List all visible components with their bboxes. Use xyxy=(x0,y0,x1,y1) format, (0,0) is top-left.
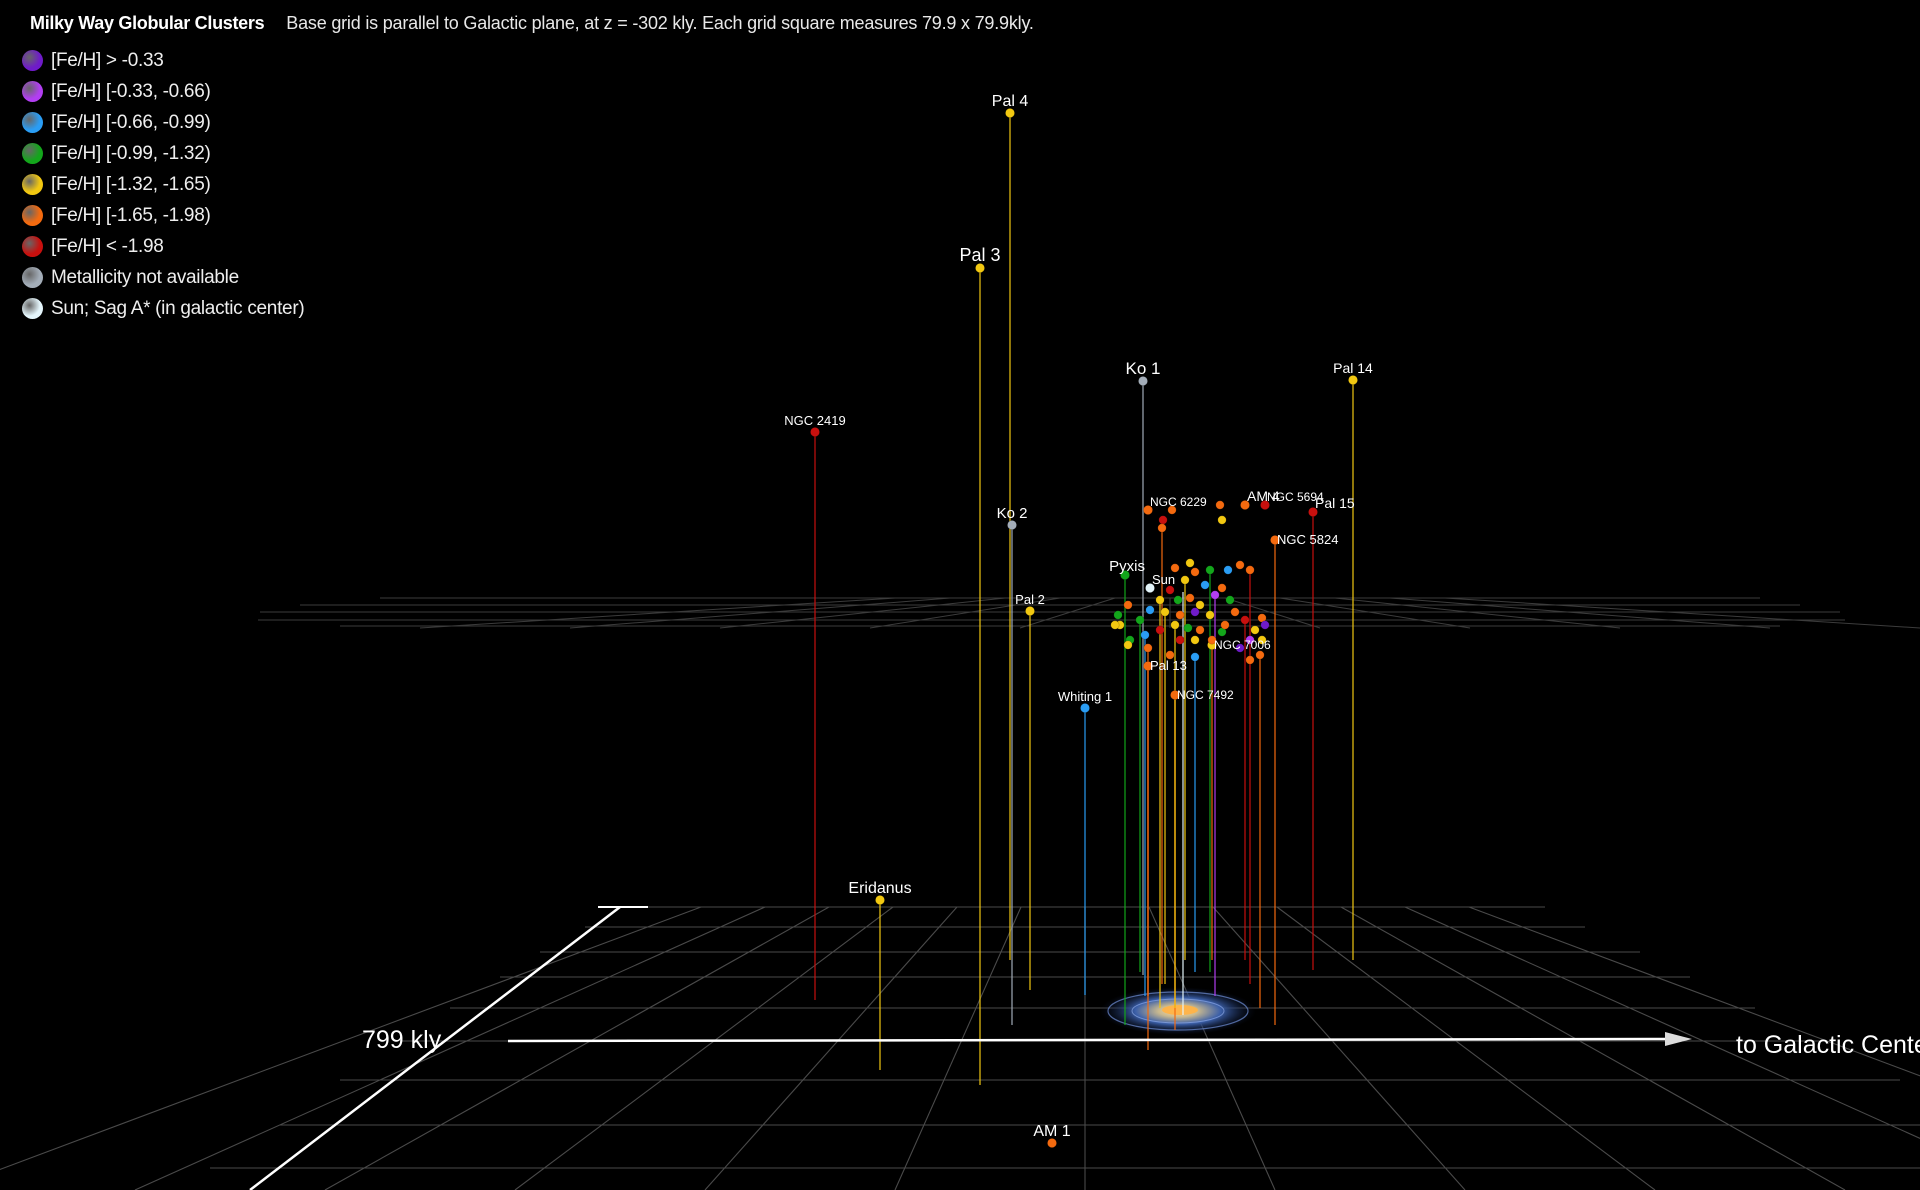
cluster-point xyxy=(1170,563,1180,573)
cluster-label: NGC 7006 xyxy=(1214,638,1271,652)
cluster-label: Pal 14 xyxy=(1333,360,1373,376)
cluster-point xyxy=(1225,595,1235,605)
cluster-point xyxy=(1113,610,1123,620)
upper-grid xyxy=(258,597,1920,629)
cluster-point xyxy=(1240,615,1250,625)
cluster-point xyxy=(1165,585,1175,595)
cluster-point xyxy=(1260,620,1270,630)
grid-line xyxy=(514,906,894,1190)
cluster-point xyxy=(1185,593,1195,603)
cluster-point xyxy=(1190,567,1200,577)
grid-line xyxy=(134,906,766,1190)
cluster-label: Pal 13 xyxy=(1150,658,1187,673)
cluster-point xyxy=(1348,375,1358,385)
cluster-point xyxy=(1160,607,1170,617)
grid-line xyxy=(1444,597,1920,629)
grid-line xyxy=(1212,906,1466,1190)
cluster-point xyxy=(1080,703,1090,713)
cluster-label: NGC 2419 xyxy=(784,413,845,428)
milky-way-galaxy-icon xyxy=(1100,987,1256,1035)
cluster-point xyxy=(1155,625,1165,635)
cluster-label: NGC 7492 xyxy=(1177,688,1234,702)
cluster-point xyxy=(1223,565,1233,575)
cluster-point xyxy=(1025,606,1035,616)
cluster-label: Ko 2 xyxy=(997,505,1028,522)
base-grid xyxy=(0,906,1920,1190)
cluster-label: Pyxis xyxy=(1109,558,1145,575)
grid-line xyxy=(0,906,702,1170)
cluster-point xyxy=(1135,615,1145,625)
cluster-point xyxy=(1217,515,1227,525)
cluster-label: Pal 15 xyxy=(1315,495,1355,511)
grid-line xyxy=(419,597,896,629)
cluster-point xyxy=(1175,610,1185,620)
grid-line xyxy=(704,906,958,1190)
cluster-point xyxy=(1200,580,1210,590)
cluster-point xyxy=(1245,655,1255,665)
cluster-point xyxy=(1205,565,1215,575)
cluster-point xyxy=(1210,590,1220,600)
cluster-point xyxy=(1250,625,1260,635)
cluster-label: AM 1 xyxy=(1033,1123,1070,1140)
x-axis-label: to Galactic Center xyxy=(1736,1031,1920,1059)
cluster-point xyxy=(1145,605,1155,615)
cluster-point xyxy=(1235,560,1245,570)
cluster-label: Ko 1 xyxy=(1126,359,1161,378)
cluster-point xyxy=(1180,575,1190,585)
cluster-point xyxy=(1157,523,1167,533)
cluster-point xyxy=(1185,558,1195,568)
cluster-point xyxy=(1217,583,1227,593)
cluster-label: Pal 2 xyxy=(1015,592,1045,607)
cluster-point xyxy=(1190,607,1200,617)
cluster-point xyxy=(1110,620,1120,630)
cluster-point xyxy=(1158,515,1168,525)
grid-line xyxy=(1276,906,1656,1190)
cluster-point xyxy=(1230,607,1240,617)
cluster-label: Whiting 1 xyxy=(1058,689,1112,704)
cluster-point xyxy=(1205,610,1215,620)
cluster-point xyxy=(1220,620,1230,630)
cluster-point xyxy=(1215,500,1225,510)
cluster-point xyxy=(1123,600,1133,610)
cluster-point xyxy=(1173,595,1183,605)
cluster-point xyxy=(1190,635,1200,645)
cluster-point xyxy=(1123,640,1133,650)
cluster-point xyxy=(1190,652,1200,662)
cluster-point xyxy=(1143,643,1153,653)
cluster-point xyxy=(1170,620,1180,630)
cluster-point xyxy=(1255,650,1265,660)
cluster-point xyxy=(1245,565,1255,575)
cluster-label: NGC 5824 xyxy=(1277,532,1338,547)
cluster-stems xyxy=(814,113,1354,1085)
cluster-point xyxy=(1195,600,1205,610)
depth-axis-label: 799 kly xyxy=(362,1026,442,1054)
cluster-label: Eridanus xyxy=(848,880,911,897)
cluster-label: NGC 6229 xyxy=(1150,495,1207,509)
cluster-label: Pal 3 xyxy=(959,245,1000,265)
grid-line xyxy=(894,906,1022,1190)
plot-scene[interactable]: 799 kly to Galactic Center Pal 4 Pal 3 Ko … xyxy=(0,0,1920,1190)
cluster-point xyxy=(1155,595,1165,605)
cluster-point xyxy=(1195,625,1205,635)
cluster-point xyxy=(1140,630,1150,640)
cluster-point xyxy=(1175,635,1185,645)
cluster-label: Pal 4 xyxy=(992,93,1029,110)
cluster-point xyxy=(810,427,820,437)
cluster-label: Sun xyxy=(1152,572,1175,587)
cluster-point xyxy=(1183,623,1193,633)
